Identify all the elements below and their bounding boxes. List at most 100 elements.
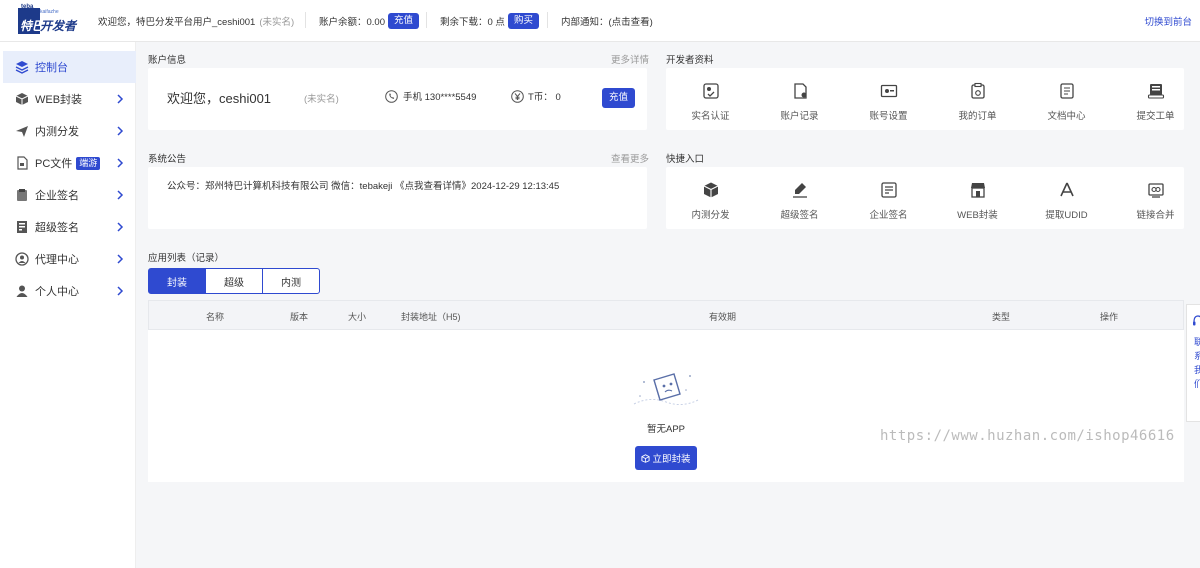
chevron-right-icon [117, 126, 124, 136]
divider [305, 12, 306, 28]
devinfo-item-label: 账号设置 [869, 111, 908, 122]
quick-item-web-wrap[interactable]: WEB封装 [933, 181, 1022, 221]
sidebar-item-web-wrap[interactable]: WEB封装 [3, 83, 136, 115]
column-header-validity: 有效期 [709, 312, 737, 322]
contract-icon [880, 182, 897, 198]
contact-char: 系 [1194, 351, 1200, 361]
phone-label: 手机 130****5549 [403, 92, 477, 103]
tab-beta[interactable]: 内测 [262, 268, 320, 294]
sidebar: 控制台 WEB封装 内测分发 PC文件 端游 企业签名 超级签名 代理中心 个人… [0, 42, 136, 568]
agent-icon [15, 252, 29, 266]
top-bar: teba kaifazhe 特巴 开发者 欢迎您，特巴分发平台用户_ceshi0… [0, 0, 1200, 42]
sidebar-item-super-sign[interactable]: 超级签名 [3, 211, 136, 243]
sidebar-item-pc-file[interactable]: PC文件 端游 [3, 147, 136, 179]
quick-item-extract-udid[interactable]: 提取UDID [1022, 181, 1111, 221]
cube-icon [15, 92, 29, 106]
sidebar-item-label: 个人中心 [35, 286, 79, 298]
column-header-size: 大小 [348, 312, 367, 322]
chevron-right-icon [117, 190, 124, 200]
document-icon [1059, 83, 1074, 99]
sidebar-item-personal-center[interactable]: 个人中心 [3, 275, 136, 307]
devinfo-item-label: 账户记录 [780, 111, 819, 122]
sidebar-item-enterprise-sign[interactable]: 企业签名 [3, 179, 136, 211]
account-welcome: 欢迎您，ceshi001 [167, 91, 272, 106]
account-recharge-button[interactable]: 充值 [602, 88, 636, 108]
sidebar-item-console[interactable]: 控制台 [3, 51, 136, 83]
file-icon [15, 156, 29, 170]
downloads-area: 剩余下载：0 点 购买 [440, 0, 539, 42]
internal-notice-link[interactable]: 内部通知：(点击查看) [561, 0, 653, 42]
column-header-name: 名称 [206, 312, 225, 322]
column-header-wrap-address: 封装地址（H5) [401, 312, 461, 322]
package-icon [641, 453, 651, 463]
devinfo-panel: 实名认证 账户记录 账号设置 我的订单 文档中心 提交工单 [666, 68, 1184, 130]
quick-item-super-sign[interactable]: 超级签名 [755, 181, 844, 221]
id-check-icon [702, 83, 719, 99]
quick-item-beta-distribution[interactable]: 内测分发 [666, 181, 755, 221]
devinfo-item-account-record[interactable]: 账户记录 [755, 82, 844, 122]
id-card-icon [880, 84, 897, 98]
paper-plane-icon [15, 124, 29, 138]
sidebar-item-label: PC文件 [35, 158, 73, 170]
column-header-version: 版本 [290, 312, 309, 322]
quick-item-label: WEB封装 [957, 210, 998, 221]
quick-item-label: 链接合并 [1136, 210, 1175, 221]
notice-more-link[interactable]: 查看更多 [611, 151, 649, 165]
logo[interactable]: teba kaifazhe 特巴 开发者 [18, 4, 76, 36]
applist-table-header: 名称 版本 大小 封装地址（H5) 有效期 类型 操作 [148, 300, 1184, 330]
chevron-right-icon [117, 158, 124, 168]
quick-item-link-merge[interactable]: 链接合并 [1111, 181, 1200, 221]
chevron-right-icon [117, 254, 124, 264]
downloads-label: 剩余下载：0 点 [440, 17, 505, 28]
sidebar-item-label: 超级签名 [35, 222, 79, 234]
app-store-icon [1059, 182, 1074, 197]
devinfo-section-title: 开发者资料 [666, 55, 714, 66]
devinfo-item-submit-ticket[interactable]: 提交工单 [1111, 82, 1200, 122]
wrap-now-button[interactable]: 立即封装 [635, 446, 697, 470]
welcome-text: 欢迎您，特巴分发平台用户_ceshi001 (未实名) [98, 0, 294, 42]
wrap-now-label: 立即封装 [652, 454, 691, 465]
logo-small-text-2: kaifazhe [40, 9, 59, 15]
devinfo-item-account-settings[interactable]: 账号设置 [844, 82, 933, 122]
watermark: https://www.huzhan.com/ishop46616 [880, 428, 1175, 444]
chevron-right-icon [117, 222, 124, 232]
quick-grid: 内测分发 超级签名 企业签名 WEB封装 提取UDID 链接合并 [666, 181, 1200, 221]
tab-wrap[interactable]: 封装 [148, 268, 206, 294]
contact-char: 们 [1194, 379, 1200, 389]
devinfo-item-label: 文档中心 [1047, 111, 1086, 122]
order-icon [970, 82, 985, 99]
contact-char: 联 [1194, 337, 1200, 347]
welcome-label: 欢迎您，特巴分发平台用户_ceshi001 [98, 17, 256, 28]
pc-game-badge: 端游 [76, 156, 101, 170]
logo-text-blue: 开发者 [40, 19, 77, 33]
sidebar-item-beta-distribution[interactable]: 内测分发 [3, 115, 136, 147]
devinfo-item-realname[interactable]: 实名认证 [666, 82, 755, 122]
quick-item-enterprise-sign[interactable]: 企业签名 [844, 181, 933, 221]
applist-tabs: 封装 超级 内测 [148, 268, 320, 294]
account-more-link[interactable]: 更多详情 [611, 52, 649, 66]
buy-button[interactable]: 购买 [507, 13, 539, 29]
account-phone: 手机 130****5549 [385, 89, 476, 103]
sidebar-item-agent-center[interactable]: 代理中心 [3, 243, 136, 275]
column-header-type: 类型 [992, 312, 1011, 322]
quick-panel: 内测分发 超级签名 企业签名 WEB封装 提取UDID 链接合并 [666, 167, 1184, 229]
devinfo-item-my-orders[interactable]: 我的订单 [933, 82, 1022, 122]
record-icon [793, 83, 807, 99]
devinfo-item-label: 实名认证 [691, 111, 730, 122]
divider [547, 12, 548, 28]
tab-super[interactable]: 超级 [205, 268, 263, 294]
devinfo-item-docs-center[interactable]: 文档中心 [1022, 82, 1111, 122]
clipboard-icon [15, 188, 29, 202]
devinfo-item-label: 我的订单 [958, 111, 997, 122]
top-recharge-button[interactable]: 充值 [388, 13, 420, 29]
sidebar-item-label: WEB封装 [35, 94, 83, 106]
phone-icon [385, 89, 398, 103]
certificate-icon [15, 220, 29, 234]
headset-icon [1193, 315, 1200, 326]
chevron-right-icon [117, 94, 124, 104]
notice-text[interactable]: 公众号：郑州特巴计算机科技有限公司 微信：tebakeji 《点我查看详情》20… [167, 178, 559, 192]
link-merge-icon [1147, 183, 1164, 198]
sidebar-item-label: 代理中心 [35, 254, 79, 266]
switch-frontend-link[interactable]: 切换到前台 [1144, 0, 1192, 42]
contact-float-tab[interactable]: 联 系 我 们 [1186, 304, 1200, 422]
